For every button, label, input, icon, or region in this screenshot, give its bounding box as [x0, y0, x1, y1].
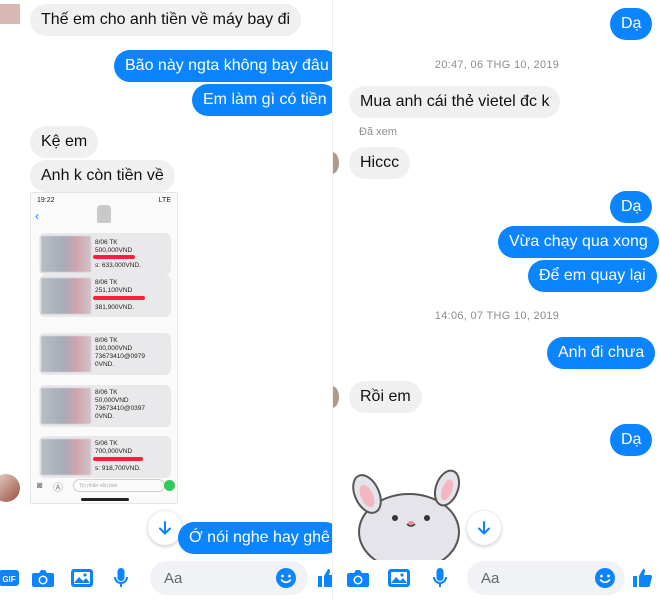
sender-avatar	[0, 474, 20, 502]
sms-line: 500,000VND	[95, 247, 133, 254]
message-incoming: Mua anh cái thẻ vietel đc k	[349, 86, 561, 118]
screenshot-status-time: 19:22	[37, 197, 55, 204]
sms-line: 0VND.	[95, 413, 115, 420]
blurred-content	[41, 236, 91, 272]
sms-line: 700,000VND	[95, 448, 133, 455]
screenshot-text-field: Tin nhắn văn bản	[73, 479, 165, 492]
message-incoming: Hiccc	[349, 147, 411, 179]
message-incoming: Rồi em	[349, 381, 422, 413]
arrow-down-icon	[478, 521, 490, 535]
input-placeholder: Aa	[164, 569, 183, 587]
emoji-icon[interactable]	[590, 563, 620, 593]
blurred-content	[41, 278, 91, 314]
input-placeholder: Aa	[481, 569, 500, 587]
message-incoming: Anh k còn tiền về	[30, 160, 175, 192]
svg-text:GIF: GIF	[2, 575, 15, 584]
sms-line: 8/06 TK	[95, 279, 118, 286]
timestamp-divider: 14:06, 07 THG 10, 2019	[434, 310, 560, 322]
sms-line: s: 633,000VND.	[95, 262, 141, 269]
sender-avatar	[0, 4, 20, 24]
message-outgoing: Để em quay lại	[528, 260, 657, 292]
home-indicator	[81, 498, 129, 501]
message-incoming: Thế em cho anh tiền về máy bay đi	[30, 4, 302, 36]
sms-line: 50,000VND	[95, 397, 129, 404]
microphone-icon[interactable]	[106, 563, 136, 593]
message-outgoing: Anh đi chưa	[547, 337, 656, 369]
composer-bar: GIF Aa	[0, 556, 332, 600]
hamster-sticker[interactable]	[347, 460, 467, 571]
sms-line: 73673410@0397	[95, 405, 145, 412]
screenshot-status-network: LTE	[158, 197, 171, 204]
red-scribble	[93, 296, 145, 300]
camera-icon: ◙	[37, 480, 43, 490]
like-thumb-icon[interactable]	[312, 563, 332, 593]
scroll-down-button[interactable]	[467, 511, 501, 545]
like-thumb-icon[interactable]	[627, 563, 657, 593]
sms-bubble: 8/06 TK 251,100VND 381,900VND.	[39, 275, 171, 317]
gif-icon[interactable]: GIF	[0, 563, 24, 593]
sms-line: 381,900VND.	[95, 304, 135, 311]
sms-line: 251,100VND	[95, 287, 133, 294]
red-scribble	[93, 457, 143, 461]
message-outgoing: Vừa chạy qua xong	[498, 226, 659, 258]
image-icon[interactable]	[384, 563, 414, 593]
sms-line: 8/06 TK	[95, 389, 118, 396]
arrow-down-icon	[159, 521, 171, 535]
message-outgoing: Dạ	[610, 424, 653, 456]
send-icon	[164, 480, 175, 491]
seen-indicator: Đã xem	[359, 126, 397, 138]
sms-line: 8/06 TK	[95, 239, 118, 246]
timestamp-divider: 20:47, 06 THG 10, 2019	[434, 59, 560, 71]
message-outgoing: Dạ	[610, 8, 653, 40]
sms-line: 8/06 TK	[95, 337, 118, 344]
message-outgoing: Bão này ngta không bay đâu	[114, 50, 332, 82]
sms-bubble: 5/06 TK 700,000VND s: 918,700VND.	[39, 436, 171, 478]
message-outgoing: Dạ	[610, 191, 653, 223]
sms-bubble: 8/06 TK 100,000VND 73673410@0979 0VND.	[39, 333, 171, 375]
sender-avatar	[333, 152, 339, 174]
blurred-content	[41, 439, 91, 475]
back-chevron-icon: ‹	[35, 209, 39, 223]
message-outgoing: Ớ nói nghe hay ghê	[178, 522, 332, 554]
chat-panel-left: Thế em cho anh tiền về máy bay đi Bão nà…	[0, 0, 332, 600]
sms-line: 73673410@0979	[95, 353, 145, 360]
image-icon[interactable]	[67, 563, 97, 593]
blurred-content	[41, 336, 91, 372]
microphone-icon[interactable]	[425, 563, 455, 593]
sms-line: 100,000VND	[95, 345, 133, 352]
emoji-icon[interactable]	[271, 563, 301, 593]
app-store-icon: Ⓐ	[53, 483, 63, 494]
message-incoming: Kệ em	[30, 126, 99, 158]
sms-line: 5/06 TK	[95, 440, 118, 447]
sms-bubble: 8/06 TK 50,000VND 73673410@0397 0VND.	[39, 385, 171, 427]
camera-icon[interactable]	[343, 563, 373, 593]
sender-avatar	[333, 386, 339, 408]
composer-bar: Aa	[333, 556, 660, 600]
camera-icon[interactable]	[28, 563, 58, 593]
sms-line: s: 918,700VND.	[95, 465, 141, 472]
blurred-content	[41, 388, 91, 424]
screenshot-composer: ◙ Ⓐ Tin nhắn văn bản	[35, 479, 175, 494]
contact-placeholder-icon	[97, 205, 111, 223]
attached-screenshot-image[interactable]: 19:22 LTE ‹ 8/06 TK 500,000VND s: 633,00…	[30, 192, 178, 504]
sms-line: 0VND.	[95, 361, 115, 368]
red-scribble	[93, 255, 135, 259]
message-outgoing: Em làm gì có tiền	[192, 84, 332, 116]
scroll-down-button[interactable]	[148, 511, 182, 545]
chat-panel-right: Dạ 20:47, 06 THG 10, 2019 Mua anh cái th…	[332, 0, 660, 600]
sms-bubble: 8/06 TK 500,000VND s: 633,000VND.	[39, 233, 171, 275]
